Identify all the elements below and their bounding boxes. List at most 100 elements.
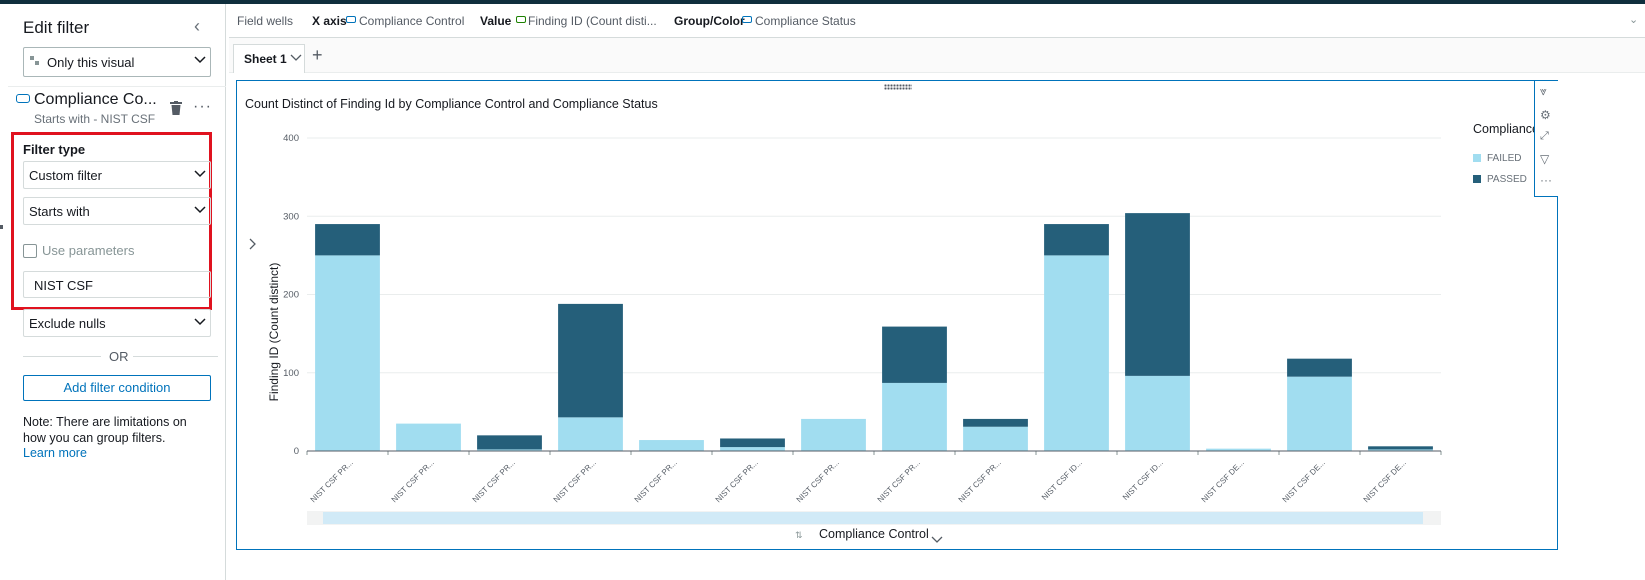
bar-failed xyxy=(639,440,704,451)
y-tick-label: 0 xyxy=(294,446,299,457)
divider xyxy=(133,356,218,357)
y-tick-label: 200 xyxy=(283,290,299,301)
x-tick-label: NIST CSF PR... xyxy=(552,458,598,504)
filter-value-text: NIST CSF xyxy=(34,278,93,293)
add-filter-condition-button[interactable]: Add filter condition xyxy=(23,375,211,401)
chevron-down-icon xyxy=(194,206,206,216)
bar-failed xyxy=(801,418,866,451)
bar-failed xyxy=(1044,255,1109,451)
filter-type-label: Filter type xyxy=(23,142,86,157)
group-color-well-field[interactable]: Compliance Status xyxy=(755,14,856,28)
visual-scope-icon xyxy=(30,56,39,65)
sheet-tabs-bar: Sheet 1 + xyxy=(229,38,1645,73)
x-tick-label: NIST CSF PR... xyxy=(633,458,679,504)
operator-select[interactable]: Starts with xyxy=(23,197,211,225)
bar-passed xyxy=(720,438,785,448)
filter-summary: Starts with - NIST CSF xyxy=(34,112,156,126)
sort-icon[interactable]: ⇅ xyxy=(795,530,803,541)
x-tick-label: NIST CSF PR... xyxy=(795,458,841,504)
legend-title: Compliance xyxy=(1473,122,1540,136)
legend-label: PASSED xyxy=(1487,174,1527,185)
bar-passed xyxy=(1044,224,1109,256)
more-options-icon[interactable]: ··· xyxy=(193,98,212,116)
chevron-down-icon xyxy=(194,170,206,180)
dimension-field-icon xyxy=(346,16,356,23)
bar-failed xyxy=(396,423,461,451)
bar-passed xyxy=(477,435,542,450)
bar-failed xyxy=(720,447,785,451)
legend-label: FAILED xyxy=(1487,153,1522,164)
x-tick-label: NIST CSF DE... xyxy=(1200,458,1246,504)
x-tick-label: NIST CSF DE... xyxy=(1362,458,1408,504)
delete-filter-icon[interactable] xyxy=(170,101,182,115)
or-label: OR xyxy=(109,349,129,364)
gear-icon[interactable]: ⚙ xyxy=(1540,108,1551,122)
measure-field-icon xyxy=(516,16,526,23)
dimension-field-icon xyxy=(742,16,752,23)
x-tick-label: NIST CSF PR... xyxy=(957,458,1003,504)
more-options-icon[interactable]: ··· xyxy=(1540,173,1552,187)
legend-swatch xyxy=(1473,175,1481,183)
field-wells-label: Field wells xyxy=(237,14,294,28)
y-axis-sort-chevron-icon[interactable] xyxy=(249,237,257,255)
divider xyxy=(8,86,226,87)
chart-scrollbar-thumb[interactable] xyxy=(323,512,1423,524)
bar-passed xyxy=(1287,358,1352,377)
filter-type-select[interactable]: Custom filter xyxy=(23,161,211,189)
bar-failed xyxy=(882,382,947,451)
x-tick-label: NIST CSF ID... xyxy=(1040,458,1084,502)
add-sheet-icon[interactable]: + xyxy=(312,45,323,66)
filter-scope-value: Only this visual xyxy=(47,55,135,70)
x-axis-well-field[interactable]: Compliance Control xyxy=(359,14,464,28)
use-parameters-checkbox[interactable] xyxy=(23,244,37,258)
bar-failed xyxy=(1287,376,1352,451)
chevron-down-icon[interactable] xyxy=(290,54,302,64)
nulls-select[interactable]: Exclude nulls xyxy=(23,309,211,337)
bar-passed xyxy=(1368,446,1433,450)
filter-icon[interactable]: ▽ xyxy=(1540,152,1549,166)
y-axis-title[interactable]: Finding ID (Count distinct) xyxy=(267,262,281,402)
filter-scope-select[interactable]: Only this visual xyxy=(23,47,211,77)
edit-filter-panel: Edit filter ‹ Only this visual Complianc… xyxy=(8,4,226,580)
limitations-note: Note: There are limitations on how you c… xyxy=(23,415,187,445)
x-tick-label: NIST CSF ID... xyxy=(1121,458,1165,502)
panel-title: Edit filter xyxy=(23,18,90,37)
value-well-field[interactable]: Finding ID (Count disti... xyxy=(528,14,657,28)
bar-failed xyxy=(315,255,380,451)
bar-passed xyxy=(558,303,623,418)
bar-passed xyxy=(315,224,380,256)
filter-value-input[interactable]: NIST CSF xyxy=(23,271,211,298)
operator-value: Starts with xyxy=(29,204,90,219)
chevron-down-icon xyxy=(194,318,206,328)
bar-passed xyxy=(1125,213,1190,376)
x-tick-label: NIST CSF PR... xyxy=(714,458,760,504)
x-axis-title[interactable]: Compliance Control xyxy=(819,527,929,541)
expand-wells-icon[interactable]: ⌄ xyxy=(1629,13,1638,26)
x-tick-label: NIST CSF PR... xyxy=(471,458,517,504)
chevron-down-icon xyxy=(194,56,206,66)
filter-type-value: Custom filter xyxy=(29,168,102,183)
collapse-panel-icon[interactable]: ‹ xyxy=(194,16,200,37)
y-tick-label: 400 xyxy=(283,133,299,144)
dimension-field-icon xyxy=(16,94,30,103)
x-tick-label: NIST CSF PR... xyxy=(876,458,922,504)
nulls-value: Exclude nulls xyxy=(29,316,106,331)
visual-toolbar: ⩔ ⚙ ⤢ ▽ ··· xyxy=(1534,81,1558,197)
legend-swatch xyxy=(1473,154,1481,162)
bar-failed xyxy=(1125,375,1190,451)
field-wells-bar[interactable]: Field wells X axis Compliance Control Va… xyxy=(229,4,1645,38)
expand-icon[interactable]: ⤢ xyxy=(1540,130,1549,143)
collapse-menu-icon[interactable]: ⩔ xyxy=(1540,84,1547,99)
bar-chart: 0 100 200 300 400 NIST CSF PR... NIST CSF PR..… xyxy=(283,133,1442,504)
chevron-down-icon[interactable] xyxy=(931,531,943,549)
use-parameters-label: Use parameters xyxy=(42,243,135,258)
tab-sheet-1[interactable]: Sheet 1 xyxy=(233,44,305,73)
bar-chart-visual[interactable]: Count Distinct of Finding Id by Complian… xyxy=(236,80,1558,550)
x-tick-label: NIST CSF PR... xyxy=(309,458,355,504)
x-tick-label: NIST CSF DE... xyxy=(1281,458,1327,504)
sheet-tab-label: Sheet 1 xyxy=(244,52,287,66)
x-axis-well-label: X axis xyxy=(312,14,347,28)
filter-field-name[interactable]: Compliance Co... xyxy=(34,91,157,109)
learn-more-link[interactable]: Learn more xyxy=(23,446,87,460)
panel-resize-handle[interactable] xyxy=(0,225,3,229)
